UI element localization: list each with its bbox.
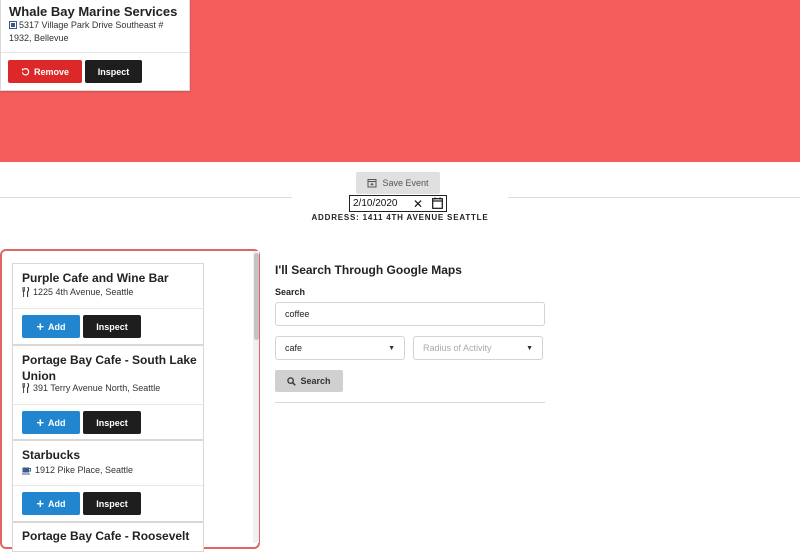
plus-icon: + bbox=[36, 414, 45, 430]
radius-placeholder: Radius of Activity bbox=[423, 343, 492, 353]
card-divider bbox=[1, 52, 189, 53]
clear-date-icon[interactable]: ✕ bbox=[413, 197, 423, 211]
building-icon bbox=[9, 21, 17, 29]
add-label: Add bbox=[48, 417, 66, 428]
search-divider bbox=[275, 402, 545, 403]
card-divider bbox=[13, 485, 203, 486]
event-date-input[interactable]: 2/10/2020 ✕ bbox=[349, 195, 447, 212]
utensils-icon bbox=[22, 287, 30, 297]
inspect-button[interactable]: Inspect bbox=[83, 315, 141, 338]
save-event-label: Save Event bbox=[382, 178, 429, 188]
result-name: Purple Cafe and Wine Bar bbox=[22, 271, 169, 285]
results-scroll-thumb[interactable] bbox=[254, 253, 259, 340]
caret-down-icon: ▼ bbox=[388, 345, 395, 352]
inspect-label: Inspect bbox=[96, 417, 128, 428]
inspect-label: Inspect bbox=[96, 498, 128, 509]
remove-button[interactable]: Remove bbox=[8, 60, 82, 83]
result-name: Portage Bay Cafe - South Lake Union bbox=[22, 353, 197, 383]
add-button[interactable]: + Add bbox=[22, 411, 80, 434]
caret-down-icon: ▼ bbox=[526, 345, 533, 352]
result-name: Starbucks bbox=[22, 448, 81, 462]
search-icon bbox=[287, 376, 297, 386]
result-address-text: 391 Terry Avenue North, Seattle bbox=[33, 383, 161, 393]
inspect-button[interactable]: Inspect bbox=[83, 411, 141, 434]
result-address: 391 Terry Avenue North, Seattle bbox=[22, 383, 160, 393]
selected-place-name: Whale Bay Marine Services bbox=[9, 4, 178, 19]
save-event-button[interactable]: Save Event bbox=[356, 172, 440, 194]
plus-icon: + bbox=[36, 318, 45, 334]
search-section-title: I'll Search Through Google Maps bbox=[275, 263, 462, 277]
place-type-dropdown[interactable]: cafe ▼ bbox=[275, 336, 405, 360]
add-button[interactable]: + Add bbox=[22, 492, 80, 515]
selected-place-card: Whale Bay Marine Services 5317 Village P… bbox=[0, 0, 190, 91]
result-address: 1225 4th Avenue, Seattle bbox=[22, 287, 133, 297]
add-label: Add bbox=[48, 498, 66, 509]
search-input[interactable] bbox=[275, 302, 545, 326]
search-button[interactable]: Search bbox=[275, 370, 343, 392]
calendar-plus-icon bbox=[367, 179, 377, 188]
search-button-label: Search bbox=[300, 376, 331, 386]
result-address: 1912 Pike Place, Seattle bbox=[22, 465, 133, 475]
result-card: Purple Cafe and Wine Bar 1225 4th Avenue… bbox=[12, 263, 204, 345]
result-address-text: 1225 4th Avenue, Seattle bbox=[33, 287, 134, 297]
add-label: Add bbox=[48, 321, 66, 332]
result-name: Portage Bay Cafe - Roosevelt bbox=[22, 529, 190, 543]
place-type-value: cafe bbox=[285, 343, 303, 353]
card-divider bbox=[13, 308, 203, 309]
selected-place-address: 5317 Village Park Drive Southeast # 1932… bbox=[9, 19, 185, 45]
inspect-label: Inspect bbox=[96, 321, 128, 332]
result-address-text: 1912 Pike Place, Seattle bbox=[35, 465, 134, 475]
coffee-icon bbox=[22, 467, 32, 474]
utensils-icon bbox=[22, 383, 30, 393]
event-date-value: 2/10/2020 bbox=[353, 198, 398, 209]
result-card: Starbucks 1912 Pike Place, Seattle + Add… bbox=[12, 440, 204, 522]
card-divider bbox=[13, 404, 203, 405]
remove-label: Remove bbox=[33, 66, 69, 77]
radius-dropdown[interactable]: Radius of Activity ▼ bbox=[413, 336, 543, 360]
plus-icon: + bbox=[36, 495, 45, 511]
undo-icon bbox=[21, 68, 30, 76]
search-label: Search bbox=[275, 287, 306, 297]
event-address: ADDRESS: 1411 4TH AVENUE SEATTLE bbox=[311, 213, 489, 222]
inspect-button[interactable]: Inspect bbox=[83, 492, 141, 515]
inspect-label: Inspect bbox=[97, 66, 130, 77]
inspect-button[interactable]: Inspect bbox=[85, 60, 142, 83]
selected-place-address-text: 5317 Village Park Drive Southeast # 1932… bbox=[9, 20, 164, 43]
result-card: Portage Bay Cafe - Roosevelt bbox=[12, 522, 204, 552]
add-button[interactable]: + Add bbox=[22, 315, 80, 338]
result-card: Portage Bay Cafe - South Lake Union 391 … bbox=[12, 345, 204, 440]
calendar-icon[interactable] bbox=[432, 197, 443, 209]
